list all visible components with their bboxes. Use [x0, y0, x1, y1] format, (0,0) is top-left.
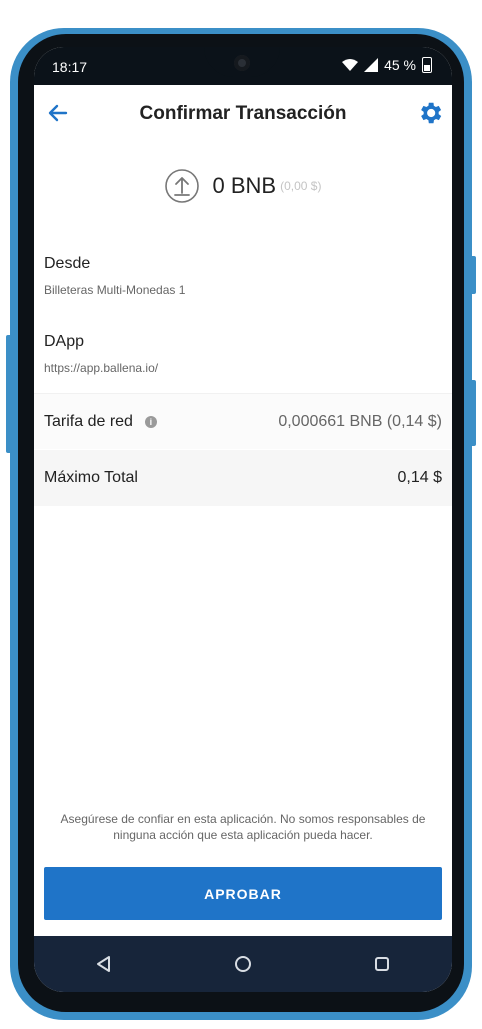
phone-screen: 18:17 45 % Confirmar Transacción 0 BNB (…: [34, 47, 452, 992]
network-fee-label: Tarifa de red: [44, 412, 133, 430]
page-title: Confirmar Transacción: [139, 103, 347, 124]
amount-value: 0 BNB: [212, 173, 277, 198]
approve-button[interactable]: APROBAR: [44, 867, 442, 920]
dapp-label: DApp: [44, 333, 85, 350]
home-nav-icon[interactable]: [231, 952, 255, 976]
header: Confirmar Transacción: [34, 85, 452, 143]
front-camera: [234, 55, 250, 71]
wifi-icon: [342, 59, 359, 71]
amount-fiat: (0,00 $): [280, 179, 322, 193]
amount-row: 0 BNB (0,00 $): [34, 169, 452, 203]
total-row: Máximo Total 0,14 $: [34, 450, 452, 506]
disclaimer-text: Asegúrese de confiar en esta aplicación.…: [60, 812, 426, 842]
from-section: Desde Billeteras Multi-Monedas 1: [44, 255, 434, 297]
network-fee-value: 0,000661 BNB (0,14 $): [278, 412, 442, 430]
upload-circle-icon: [164, 169, 199, 203]
total-label: Máximo Total: [44, 469, 138, 486]
battery-percent: 45 %: [384, 57, 416, 73]
battery-icon: [422, 57, 432, 73]
gear-icon[interactable]: [416, 99, 444, 127]
dapp-section: DApp https://app.ballena.io/: [44, 333, 434, 375]
from-label: Desde: [44, 255, 91, 272]
status-icons: 45 %: [342, 57, 432, 73]
side-button: [470, 380, 476, 446]
network-fee-row: Tarifa de red i 0,000661 BNB (0,14 $): [34, 393, 452, 449]
status-time: 18:17: [52, 59, 88, 75]
volume-button: [6, 335, 12, 453]
status-bar: 18:17 45 %: [34, 47, 452, 85]
recents-nav-icon[interactable]: [370, 952, 394, 976]
dapp-url: https://app.ballena.io/: [44, 361, 159, 375]
navigation-bar: [34, 936, 452, 992]
signal-icon: [364, 58, 379, 72]
info-icon[interactable]: i: [144, 415, 157, 428]
back-nav-icon[interactable]: [92, 952, 116, 976]
from-value: Billeteras Multi-Monedas 1: [44, 283, 186, 297]
total-value: 0,14 $: [397, 469, 442, 486]
power-button: [470, 256, 476, 294]
